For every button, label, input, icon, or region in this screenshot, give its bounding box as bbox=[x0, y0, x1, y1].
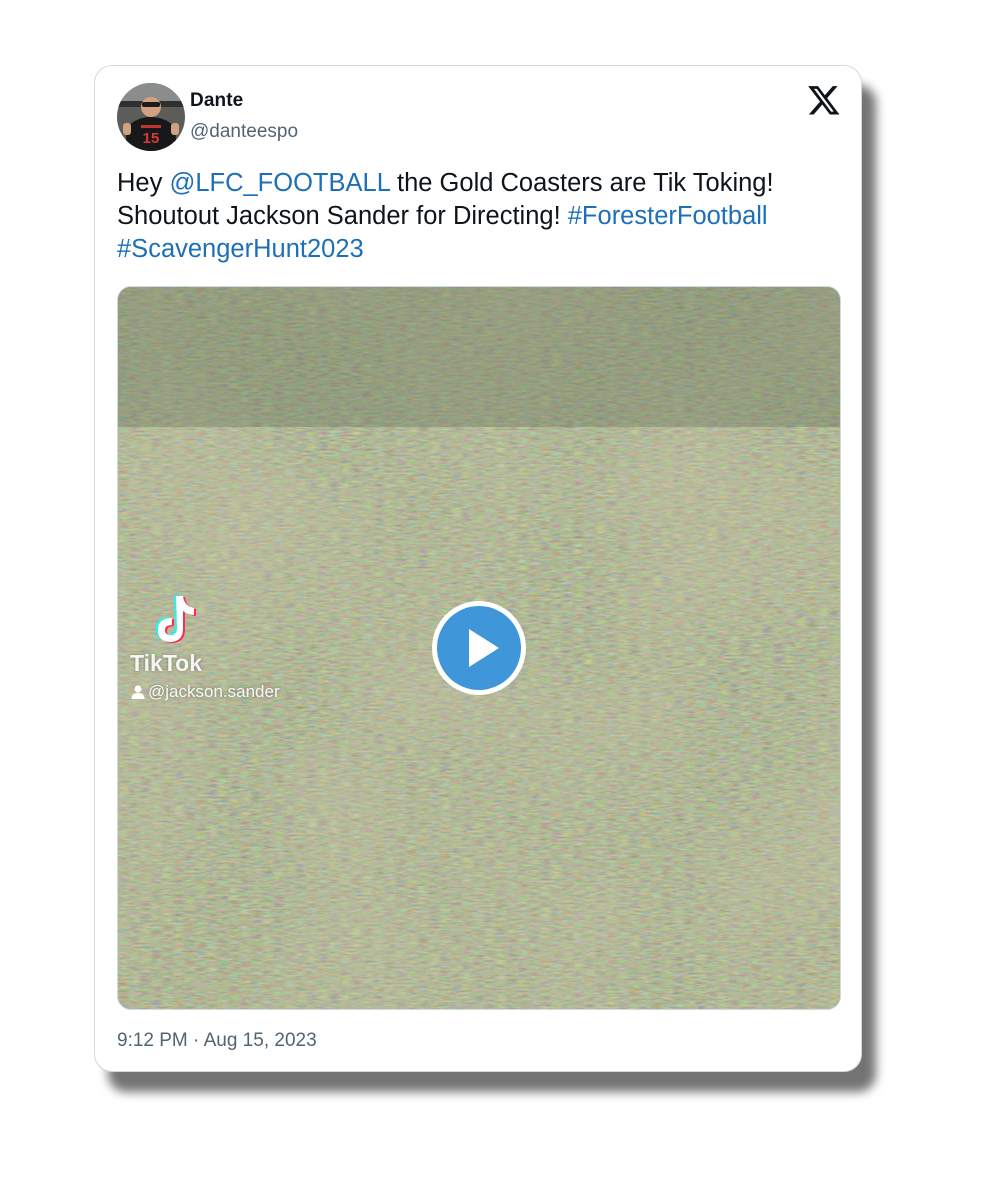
person-icon bbox=[131, 685, 145, 699]
tweet-text-part1: Hey bbox=[117, 169, 170, 197]
mention-link[interactable]: @LFC_FOOTBALL bbox=[169, 169, 390, 197]
tiktok-note-icon bbox=[156, 595, 196, 643]
video-media[interactable]: TikTok @jackson.sander bbox=[117, 286, 841, 1010]
tweet-card[interactable]: 15 Dante @danteespo Hey @LFC_FOOTBALL th… bbox=[94, 65, 862, 1072]
hashtag-link-forester[interactable]: #ForesterFootball bbox=[568, 202, 768, 230]
hashtag-link-scavenger[interactable]: #ScavengerHunt2023 bbox=[117, 235, 364, 263]
author-handle[interactable]: @danteespo bbox=[190, 121, 298, 143]
avatar[interactable]: 15 bbox=[117, 83, 185, 151]
x-logo-icon[interactable] bbox=[807, 85, 841, 117]
tiktok-username: @jackson.sander bbox=[130, 682, 280, 702]
tiktok-username-text: @jackson.sander bbox=[148, 682, 280, 701]
play-icon bbox=[432, 601, 526, 695]
tweet-text: Hey @LFC_FOOTBALL the Gold Coasters are … bbox=[117, 167, 847, 266]
tweet-timestamp[interactable]: 9:12 PM · Aug 15, 2023 bbox=[117, 1030, 317, 1052]
tiktok-brand-label: TikTok bbox=[130, 650, 202, 676]
author-display-name[interactable]: Dante bbox=[190, 90, 243, 112]
avatar-jersey-number: 15 bbox=[143, 130, 160, 147]
play-button[interactable] bbox=[429, 598, 529, 698]
